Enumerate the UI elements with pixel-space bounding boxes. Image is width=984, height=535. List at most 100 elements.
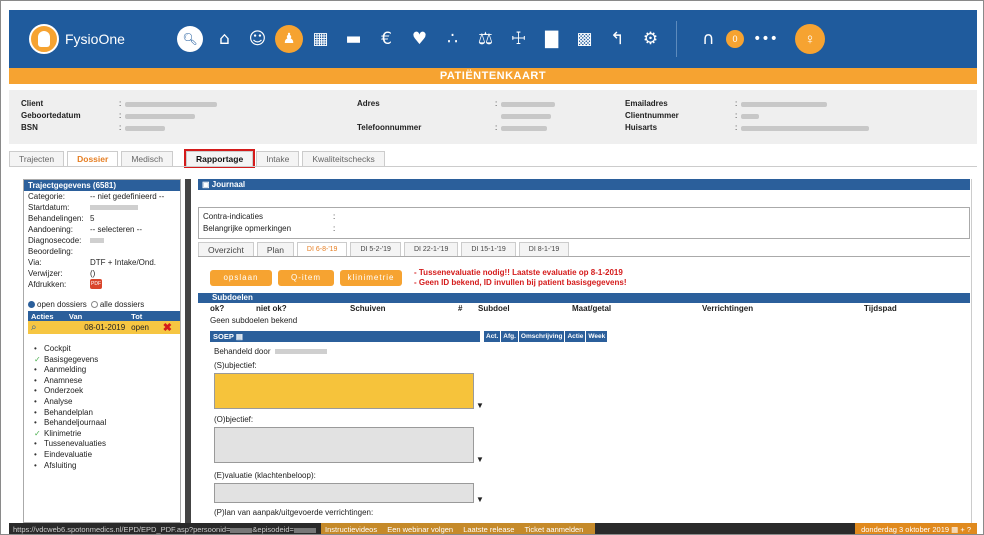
search-icon[interactable]: 🔍︎ [177, 26, 203, 52]
handshake-icon[interactable]: ♥ [404, 22, 435, 56]
tab-di-15-1-19[interactable]: DI 15-1-'19 [461, 242, 516, 256]
tab-di-5-2-19[interactable]: DI 5-2-'19 [350, 242, 401, 256]
radio-label: open dossiers [37, 300, 87, 309]
mic-icon[interactable]: ▼ [476, 455, 484, 464]
col-week: Week [586, 331, 608, 342]
menu-item-afsluiting[interactable]: • Afsluiting [34, 461, 180, 472]
mic-icon[interactable]: ▼ [476, 495, 484, 504]
save-button[interactable]: opslaan [210, 270, 272, 286]
dossier-menu: • Cockpit ✓ Basisgegevens • Aanmelding • Ana… [24, 344, 180, 471]
menu-item-behandeljournaal[interactable]: • Behandeljournaal [34, 418, 180, 429]
col-procedures: Verrichtingen [702, 304, 754, 313]
menu-item-analyse[interactable]: • Analyse [34, 397, 180, 408]
col-action: Actie [565, 331, 586, 342]
tab-rapportage[interactable]: Rapportage [183, 149, 256, 168]
col-act: Act. [484, 331, 501, 342]
journal-panel: ▣ Journaal Contra-indicaties Belangrijke… [198, 179, 970, 523]
objective-textarea[interactable] [214, 427, 474, 463]
menu-item-onderzoek[interactable]: • Onderzoek [34, 386, 180, 397]
menu-item-tussenevaluaties[interactable]: • Tussenevaluaties [34, 439, 180, 450]
balance-icon[interactable]: ⚖ [470, 22, 501, 56]
tab-trajecten[interactable]: Trajecten [9, 151, 65, 166]
menu-item-cockpit[interactable]: • Cockpit [34, 344, 180, 355]
view-icon[interactable]: ⌕ [28, 321, 66, 334]
evaluation-textarea[interactable] [214, 483, 474, 503]
settings-icon[interactable]: ⚙ [635, 22, 666, 56]
menu-item-basisgegevens[interactable]: ✓ Basisgegevens [34, 355, 180, 366]
home-icon[interactable]: ⌂ [209, 22, 240, 56]
runner-icon[interactable]: ∴ [437, 22, 468, 56]
warning-evaluation: - Tussenevaluatie nodig!! Laatste evalua… [414, 268, 623, 277]
tab-di-6-8-19[interactable]: DI 6-8-'19 [296, 242, 348, 256]
kv-key: Diagnosecode: [28, 236, 82, 245]
q-item-button[interactable]: Q-item [278, 270, 334, 286]
tab-overzicht[interactable]: Overzicht [198, 242, 254, 256]
group-icon[interactable]: ♟ [275, 25, 303, 53]
network-icon[interactable]: ☩ [503, 22, 534, 56]
via-value: DTF + Intake/Ond. [90, 258, 157, 267]
warning-id: - Geen ID bekend, ID invullen bij patien… [414, 278, 627, 287]
link-webinar[interactable]: Een webinar volgen [387, 525, 453, 534]
card-icon[interactable]: ▬ [338, 22, 369, 56]
treated-by: Behandeld door [214, 347, 327, 356]
menu-item-klinimetrie[interactable]: ✓ Klinimetrie [34, 429, 180, 440]
status-url: https://vdcweb6.spotonmedics.nl/EPD/EPD_… [13, 525, 231, 534]
client-icon[interactable]: ☺ [242, 22, 273, 56]
kv-key: Aandoening: [28, 225, 73, 234]
col-description: Omschrijving [518, 331, 565, 342]
kv-row: Categorie: -- niet gedefinieerd -- [24, 191, 180, 202]
table-row[interactable]: ⌕ 08-01-2019 open ✖ [28, 321, 180, 334]
left-scrollbar[interactable] [185, 179, 191, 523]
tab-intake[interactable]: Intake [256, 151, 300, 166]
kv-key: Categorie: [28, 192, 65, 201]
col-ok: ok? [210, 304, 225, 313]
pdf-icon[interactable]: PDF [90, 279, 102, 289]
col-number: # [458, 304, 463, 313]
diagnosis-value [90, 238, 104, 243]
delete-icon[interactable]: ✖ [159, 321, 180, 334]
check-icon: ✓ [34, 354, 41, 364]
radio-all-dossiers[interactable]: alle dossiers [90, 300, 144, 309]
kv-row: Behandelingen: 5 [24, 213, 180, 224]
col-subgoal: Subdoel [478, 304, 510, 313]
tab-medisch[interactable]: Medisch [121, 151, 173, 166]
more-icon[interactable]: ••• [750, 22, 781, 56]
user-avatar-icon[interactable]: ♀ [795, 24, 825, 54]
category-select[interactable]: -- niet gedefinieerd -- [90, 191, 164, 202]
right-scrollbar[interactable] [971, 179, 979, 523]
soep-add-icon[interactable]: ▤ [236, 332, 243, 341]
finance-icon[interactable]: € [371, 22, 402, 56]
menu-item-behandelplan[interactable]: • Behandelplan [34, 408, 180, 419]
help-icon[interactable]: ? [967, 525, 971, 534]
menu-item-anamnese[interactable]: • Anamnese [34, 376, 180, 387]
tab-plan[interactable]: Plan [256, 242, 294, 256]
radio-open-dossiers[interactable]: open dossiers [28, 300, 87, 309]
support-icon[interactable]: ∩ [693, 22, 724, 56]
kv-key: Beoordeling: [28, 247, 73, 256]
calendar-icon[interactable]: ▦ [305, 22, 336, 56]
back-icon[interactable]: ↰ [602, 22, 633, 56]
stats-icon[interactable]: ▇ [536, 22, 567, 56]
klinimetrie-button[interactable]: klinimetrie [340, 270, 402, 286]
subjective-textarea[interactable] [214, 373, 474, 409]
tab-kwaliteitschecks[interactable]: Kwaliteitschecks [302, 151, 385, 166]
link-latest-release[interactable]: Laatste release [463, 525, 514, 534]
menu-item-eindevaluatie[interactable]: • Eindevaluatie [34, 450, 180, 461]
mic-icon[interactable]: ▼ [476, 401, 484, 410]
main-tabs: Trajecten Dossier Medisch Rapportage Int… [9, 149, 385, 168]
add-icon[interactable]: + [960, 525, 964, 534]
link-instructievideos[interactable]: Instructievideos [325, 525, 377, 534]
tab-di-22-1-19[interactable]: DI 22-1-'19 [403, 242, 459, 256]
tab-dossier[interactable]: Dossier [67, 151, 119, 166]
calendar-icon[interactable]: ▦ [951, 525, 958, 534]
tab-di-8-1-19[interactable]: DI 8-1-'19 [518, 242, 570, 256]
condition-select[interactable]: -- selecteren -- [90, 224, 142, 235]
col-header: Acties [28, 311, 66, 321]
link-ticket[interactable]: Ticket aanmelden [524, 525, 583, 534]
patient-info: Client Geboortedatum BSN : : : Adres Tel… [9, 90, 977, 144]
report-icon[interactable]: ▩ [569, 22, 600, 56]
menu-item-aanmelding[interactable]: • Aanmelding [34, 365, 180, 376]
address-value-2 [501, 114, 551, 119]
nav-divider [676, 21, 677, 57]
logo[interactable]: FysioOne [29, 24, 161, 54]
